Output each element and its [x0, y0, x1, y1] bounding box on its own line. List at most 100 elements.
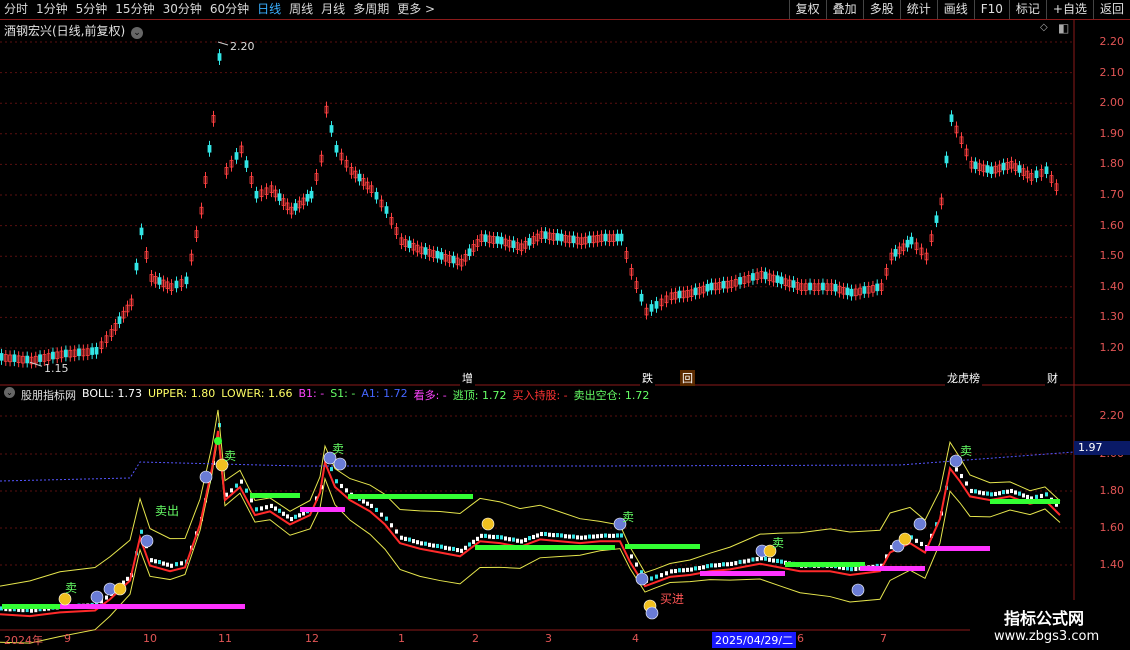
ind-candle: [512, 537, 515, 542]
candle-body: [139, 227, 144, 236]
candle-body: [12, 354, 17, 362]
ind-candle: [362, 499, 365, 504]
ind-candle: [650, 576, 653, 581]
ind-candle: [380, 512, 383, 517]
legend-item: B1: -: [298, 387, 325, 400]
ind-candle: [180, 561, 183, 566]
candle-body: [94, 346, 99, 355]
signal-bar: [785, 562, 865, 567]
ind-candle: [698, 565, 701, 571]
candle-body: [174, 280, 179, 289]
signal-annotation: 卖: [960, 444, 972, 458]
candle-body: [329, 125, 334, 133]
ind-candle: [564, 534, 567, 539]
ind-candle: [682, 568, 685, 573]
ind-candle: [230, 488, 233, 493]
ind-candle: [250, 498, 253, 503]
signal-bar: [925, 546, 990, 551]
ind-candle: [175, 562, 178, 567]
ind-candle: [544, 531, 547, 537]
candle-body: [305, 193, 310, 202]
ind-candle: [366, 501, 369, 506]
ind-candle: [390, 523, 393, 528]
ind-candle: [444, 545, 447, 550]
legend-item: S1: -: [330, 387, 356, 400]
ind-candle: [1022, 493, 1025, 498]
kline-chart[interactable]: 2.201.15卖出卖卖 卖卖买进卖卖: [0, 0, 1130, 650]
candle-body: [649, 304, 654, 312]
ind-candle: [524, 537, 527, 543]
chevron-down-icon[interactable]: ⌄: [4, 387, 15, 398]
date-label: 11: [218, 632, 232, 645]
signal-bar: [860, 566, 925, 571]
date-label: 12: [305, 632, 319, 645]
ind-candle: [768, 557, 771, 562]
ind-candle: [1014, 490, 1017, 495]
ind-candle: [747, 558, 751, 563]
ind-candle: [592, 534, 595, 539]
legend-item: A1: 1.72: [361, 387, 408, 400]
candle-body: [309, 190, 314, 199]
signal-bar: [475, 545, 615, 550]
ind-candle: [854, 566, 858, 572]
ind-candle: [998, 491, 1001, 496]
candle-body: [77, 348, 81, 357]
signal-face-icon: [481, 517, 495, 531]
ind-candle: [420, 541, 423, 546]
date-axis: 2024年 9 10 11 12 1 2 3 4 2025/04/29/二 6 7: [0, 630, 1074, 650]
event-marker[interactable]: 财: [1045, 370, 1060, 386]
signal-face-icon: [645, 606, 659, 620]
axis-label: 1.60: [1099, 218, 1125, 232]
signal-face-icon: [90, 590, 104, 604]
ind-candle: [456, 548, 459, 553]
ind-candle: [751, 557, 755, 562]
axis-label: 2.00: [1099, 96, 1125, 110]
ind-candle: [476, 536, 479, 541]
candle-body: [38, 354, 42, 362]
ind-candle: [665, 571, 668, 576]
event-marker[interactable]: 龙虎榜: [945, 370, 982, 386]
ind-candle: [404, 536, 407, 541]
axis-label: 2.20: [1099, 409, 1125, 422]
candle-body: [277, 193, 282, 201]
event-marker[interactable]: 增: [460, 370, 475, 386]
ind-candle: [105, 595, 108, 600]
ind-candle: [576, 535, 579, 540]
ind-candle: [1006, 489, 1009, 494]
ind-candle: [630, 554, 633, 559]
candle-body: [779, 276, 784, 285]
watermark-url: www.zbgs3.com: [994, 629, 1100, 644]
ind-candle: [702, 565, 705, 570]
candle-body: [875, 283, 880, 292]
ind-candle: [150, 558, 153, 563]
candle-body: [763, 271, 768, 280]
signal-face-icon: [199, 470, 213, 484]
low-label: 1.15: [44, 362, 69, 375]
candle-body: [134, 262, 139, 271]
ind-candle: [556, 533, 559, 538]
ind-candle: [440, 544, 443, 549]
candle-body: [543, 231, 548, 239]
ind-candle: [294, 514, 297, 519]
event-marker[interactable]: 跌: [640, 370, 655, 386]
ind-candle: [548, 532, 551, 537]
ind-candle: [620, 533, 623, 538]
candle-body: [934, 215, 939, 223]
ind-candle: [1040, 493, 1043, 499]
event-marker[interactable]: 回: [680, 370, 695, 386]
ind-candle: [572, 534, 575, 539]
candle-body: [293, 203, 298, 211]
candle-body: [117, 316, 122, 324]
ind-candle: [734, 561, 738, 566]
upper-band: [0, 409, 1061, 587]
ind-candle: [140, 529, 143, 534]
date-label: 9: [64, 632, 71, 645]
date-label: 7: [880, 632, 887, 645]
candle-body: [949, 114, 954, 122]
ind-candle: [710, 563, 713, 568]
ind-candle: [580, 535, 583, 540]
ind-candle: [584, 535, 587, 540]
ind-candle: [994, 491, 997, 497]
ind-candle: [706, 564, 709, 569]
indicator-name[interactable]: 股朋指标网: [21, 387, 76, 403]
